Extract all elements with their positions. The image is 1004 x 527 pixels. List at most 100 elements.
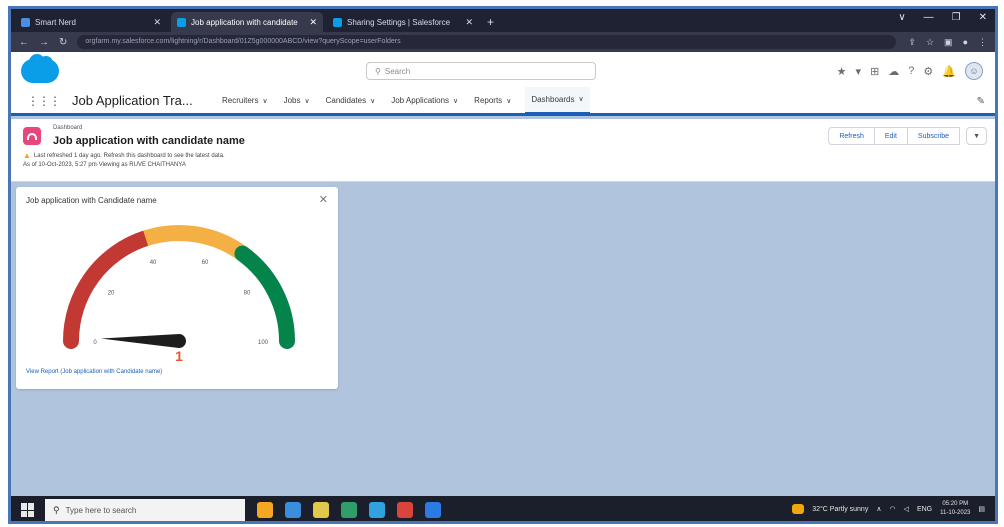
close-icon[interactable]: ✕ xyxy=(319,193,328,206)
salesforce-favicon-icon xyxy=(333,17,342,27)
chevron-down-icon[interactable]: ∨ xyxy=(262,97,267,105)
browser-toolbar-icons: ⇪ ☆ ▣ ● ⋮ xyxy=(908,37,987,48)
favorites-star-icon[interactable]: ★ xyxy=(837,65,847,78)
forward-arrow-icon[interactable]: → xyxy=(39,37,49,48)
gauge-chart: 0 20 40 60 80 100 1 xyxy=(63,225,295,361)
language-indicator[interactable]: ENG xyxy=(917,506,932,513)
nav-item-candidates[interactable]: Candidates ∨ xyxy=(324,87,378,115)
as-of-viewing-as: As of 10-Oct-2023, 5:27 pm·Viewing as RU… xyxy=(23,162,186,168)
close-tab-icon[interactable]: ✕ xyxy=(153,17,161,28)
taskbar-search-input[interactable]: ⚲ Type here to search xyxy=(45,499,245,521)
nav-item-dashboards[interactable]: Dashboards ∨ xyxy=(525,86,590,115)
browser-tab-sharing-settings[interactable]: Sharing Settings | Salesforce ✕ xyxy=(327,12,479,32)
refresh-notice-text: Last refreshed 1 day ago. Refresh this d… xyxy=(33,152,225,159)
app-navigation-bar: ⋮⋮⋮ Job Application Tra... Recruiters ∨ J… xyxy=(11,86,995,116)
search-placeholder: Search xyxy=(384,66,411,76)
record-type-label: Dashboard xyxy=(53,125,83,131)
url-field[interactable]: orgfarm.my.salesforce.com/lightning/r/Da… xyxy=(77,35,897,49)
volume-icon[interactable]: ◁ xyxy=(904,505,909,513)
profile-icon[interactable]: ● xyxy=(963,37,968,48)
gauge-tick-label: 0 xyxy=(93,340,97,346)
nav-item-job-applications[interactable]: Job Applications ∨ xyxy=(389,87,460,115)
refresh-button[interactable]: Refresh xyxy=(828,127,875,145)
minimize-button[interactable]: — xyxy=(924,12,934,23)
close-tab-icon[interactable]: ✕ xyxy=(465,17,473,28)
gauge-tick-label: 100 xyxy=(258,340,269,346)
chevron-down-icon[interactable]: ∨ xyxy=(506,97,511,105)
more-actions-dropdown[interactable]: ▼ xyxy=(966,127,987,145)
taskbar-app-icon[interactable] xyxy=(257,502,273,518)
clock[interactable]: 05:20 PM 11-10-2023 xyxy=(940,500,970,518)
search-icon: ⚲ xyxy=(53,504,60,515)
edit-nav-pencil-icon[interactable]: ✎ xyxy=(977,96,985,107)
tab-favicon-icon xyxy=(21,17,30,27)
browser-tab-dashboard[interactable]: Job application with candidate ✕ xyxy=(171,12,323,32)
global-search-input[interactable]: ⚲ Search xyxy=(366,62,596,80)
browser-tab-bar: Smart Nerd ✕ Job application with candid… xyxy=(11,9,995,32)
task-view-icon[interactable] xyxy=(285,502,301,518)
nav-item-label: Candidates xyxy=(325,96,367,105)
chevron-down-icon[interactable]: ∨ xyxy=(370,97,375,105)
setup-gear-icon[interactable]: ⚙ xyxy=(923,65,933,78)
tab-label: Sharing Settings | Salesforce xyxy=(347,17,451,27)
browser-app-icon[interactable] xyxy=(313,502,329,518)
browser-tab-smart-nerd[interactable]: Smart Nerd ✕ xyxy=(15,12,167,32)
chrome-app-icon[interactable] xyxy=(425,502,441,518)
dashboard-header: Dashboard Job application with candidate… xyxy=(11,119,995,182)
nav-item-reports[interactable]: Reports ∨ xyxy=(472,87,513,115)
close-window-button[interactable]: ✕ xyxy=(979,12,987,23)
header-utility-icons: ★ ▾ ⊞ ☁ ? ⚙ 🔔 ☺ xyxy=(837,62,983,80)
file-explorer-icon[interactable] xyxy=(341,502,357,518)
gauge-tick-label: 60 xyxy=(202,260,209,266)
nav-item-label: Dashboards xyxy=(531,94,575,104)
clock-time: 05:20 PM xyxy=(942,501,969,507)
share-icon[interactable]: ⇪ xyxy=(908,37,916,48)
new-tab-button[interactable]: + xyxy=(487,15,494,29)
chevron-down-icon[interactable]: ∨ xyxy=(304,97,309,105)
sidebar-icon[interactable]: ▣ xyxy=(944,37,953,48)
app-launcher-icon[interactable]: ⋮⋮⋮ xyxy=(27,94,61,108)
maximize-button[interactable]: ❐ xyxy=(952,12,961,23)
weather-text[interactable]: 32°C Partly sunny xyxy=(812,506,868,513)
notifications-bell-icon[interactable]: 🔔 xyxy=(942,65,956,78)
edit-button[interactable]: Edit xyxy=(873,127,908,145)
close-tab-icon[interactable]: ✕ xyxy=(309,17,317,28)
view-report-link[interactable]: View Report (Job application with Candid… xyxy=(26,369,162,375)
gauge-glyph-icon xyxy=(27,132,37,140)
trailhead-icon[interactable]: ☁ xyxy=(888,65,899,78)
mail-app-icon[interactable] xyxy=(369,502,385,518)
reload-icon[interactable]: ↻ xyxy=(59,37,67,48)
user-avatar[interactable]: ☺ xyxy=(965,62,983,80)
tab-label: Smart Nerd xyxy=(35,17,76,27)
notifications-icon[interactable]: ▤ xyxy=(978,505,985,513)
favorites-dropdown-icon[interactable]: ▾ xyxy=(856,65,862,78)
chevron-down-icon[interactable]: ∨ xyxy=(453,97,458,105)
tray-chevron-icon[interactable]: ∧ xyxy=(876,505,881,513)
gauge-value-label: 1 xyxy=(175,348,183,361)
nav-item-recruiters[interactable]: Recruiters ∨ xyxy=(220,87,270,115)
salesforce-logo[interactable] xyxy=(21,54,59,83)
kebab-menu-icon[interactable]: ⋮ xyxy=(978,37,987,48)
nav-item-label: Jobs xyxy=(283,96,301,105)
help-icon[interactable]: ? xyxy=(908,65,914,77)
gauge-band-1 xyxy=(143,225,248,261)
nav-item-label: Recruiters xyxy=(222,96,259,105)
gauge-band-2 xyxy=(234,245,295,349)
windows-taskbar: ⚲ Type here to search 32°C Partly sunny … xyxy=(11,496,995,521)
tab-search-icon[interactable]: ∨ xyxy=(898,12,905,23)
chevron-down-icon[interactable]: ∨ xyxy=(578,95,583,103)
store-app-icon[interactable] xyxy=(397,502,413,518)
nav-item-label: Job Applications xyxy=(391,96,450,105)
gauge-tick-label: 40 xyxy=(150,260,157,266)
nav-item-jobs[interactable]: Jobs ∨ xyxy=(282,87,312,115)
back-arrow-icon[interactable]: ← xyxy=(19,37,29,48)
nav-item-label: Reports xyxy=(474,96,503,105)
global-actions-icon[interactable]: ⊞ xyxy=(870,65,879,78)
dashboard-actions: Refresh Edit Subscribe ▼ xyxy=(828,127,987,145)
network-icon[interactable]: ◠ xyxy=(889,505,895,513)
app-name: Job Application Tra... xyxy=(72,93,193,108)
subscribe-button[interactable]: Subscribe xyxy=(906,127,961,145)
windows-start-icon[interactable] xyxy=(21,503,35,517)
bookmark-star-icon[interactable]: ☆ xyxy=(926,37,934,48)
weather-icon xyxy=(792,504,805,514)
